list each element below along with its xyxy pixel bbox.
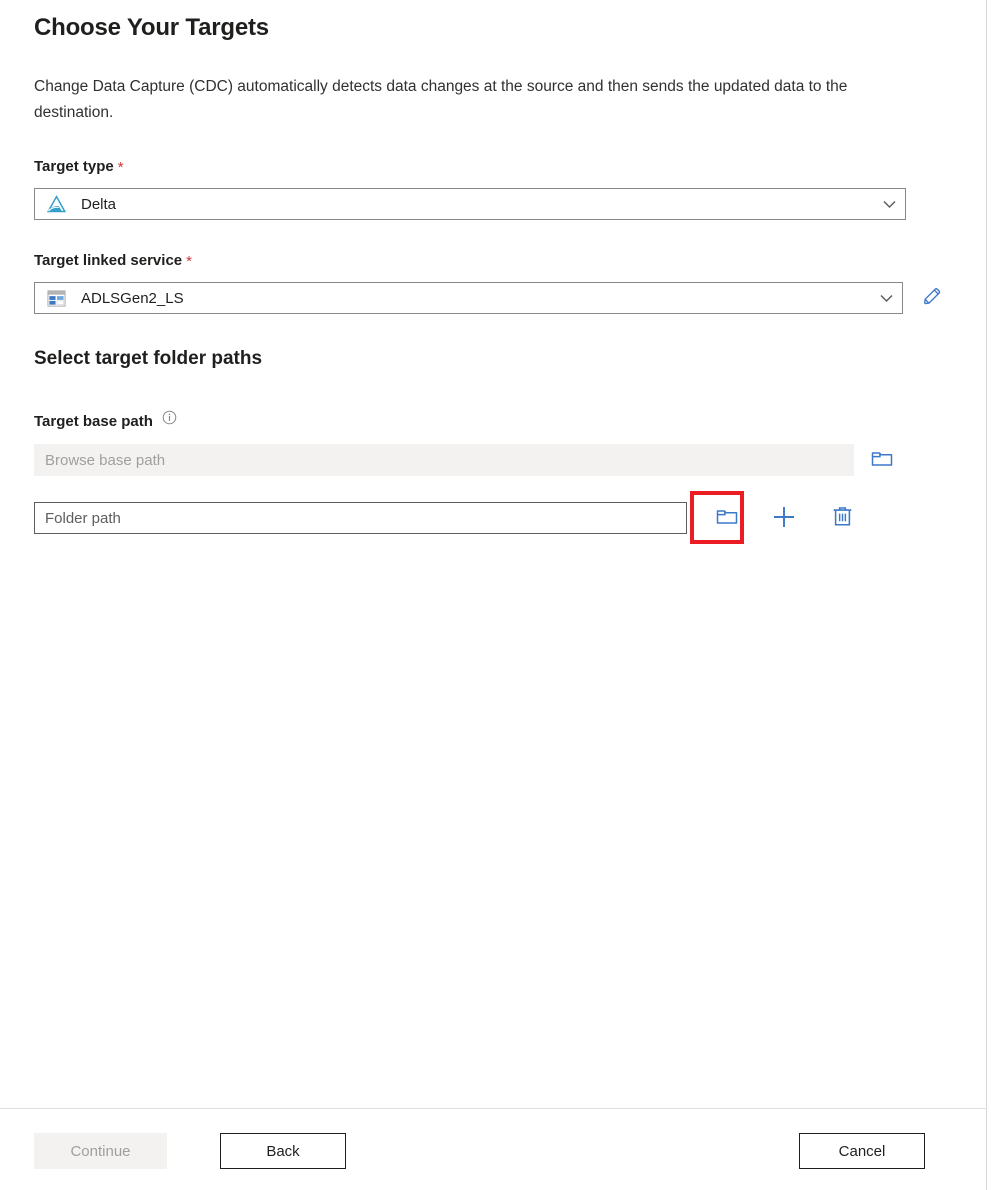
azure-storage-icon xyxy=(45,287,67,309)
target-base-path-label: Target base path xyxy=(34,413,954,430)
target-type-value: Delta xyxy=(81,196,116,213)
browse-folder-path-button[interactable] xyxy=(711,502,743,534)
folder-icon xyxy=(715,505,739,532)
delete-folder-path-button[interactable] xyxy=(826,502,858,534)
info-icon[interactable] xyxy=(162,410,177,425)
folder-path-placeholder: Folder path xyxy=(45,510,121,527)
target-type-label-text: Target type xyxy=(34,158,114,175)
target-type-label: Target type * xyxy=(34,158,906,175)
target-base-path-input: Browse base path xyxy=(34,444,854,476)
target-linked-service-label-text: Target linked service xyxy=(34,252,182,269)
required-asterisk: * xyxy=(118,159,124,176)
plus-icon xyxy=(771,504,797,533)
footer-divider xyxy=(0,1108,987,1109)
chevron-down-icon[interactable] xyxy=(873,189,905,219)
page-description: Change Data Capture (CDC) automatically … xyxy=(34,74,914,126)
required-asterisk: * xyxy=(186,253,192,270)
dialog-panel: Choose Your Targets Change Data Capture … xyxy=(0,0,987,1190)
trash-icon xyxy=(831,505,854,531)
target-base-path-label-text: Target base path xyxy=(34,413,153,430)
add-folder-path-button[interactable] xyxy=(768,502,800,534)
cancel-button[interactable]: Cancel xyxy=(799,1133,925,1169)
target-base-path-placeholder: Browse base path xyxy=(45,452,165,469)
pencil-icon xyxy=(921,286,943,311)
target-linked-service-dropdown[interactable]: ADLSGen2_LS xyxy=(34,282,903,314)
delta-lake-icon xyxy=(45,193,67,215)
page-title: Choose Your Targets xyxy=(34,14,269,42)
folder-icon xyxy=(870,447,894,474)
folder-path-input[interactable]: Folder path xyxy=(34,502,687,534)
browse-base-path-button[interactable] xyxy=(866,444,898,476)
continue-button[interactable]: Continue xyxy=(34,1133,167,1169)
folder-section-heading: Select target folder paths xyxy=(34,348,262,370)
target-type-dropdown[interactable]: Delta xyxy=(34,188,906,220)
target-linked-service-label: Target linked service * xyxy=(34,252,954,269)
edit-linked-service-button[interactable] xyxy=(916,282,948,314)
chevron-down-icon[interactable] xyxy=(870,283,902,313)
target-linked-service-value: ADLSGen2_LS xyxy=(81,290,184,307)
back-button[interactable]: Back xyxy=(220,1133,346,1169)
